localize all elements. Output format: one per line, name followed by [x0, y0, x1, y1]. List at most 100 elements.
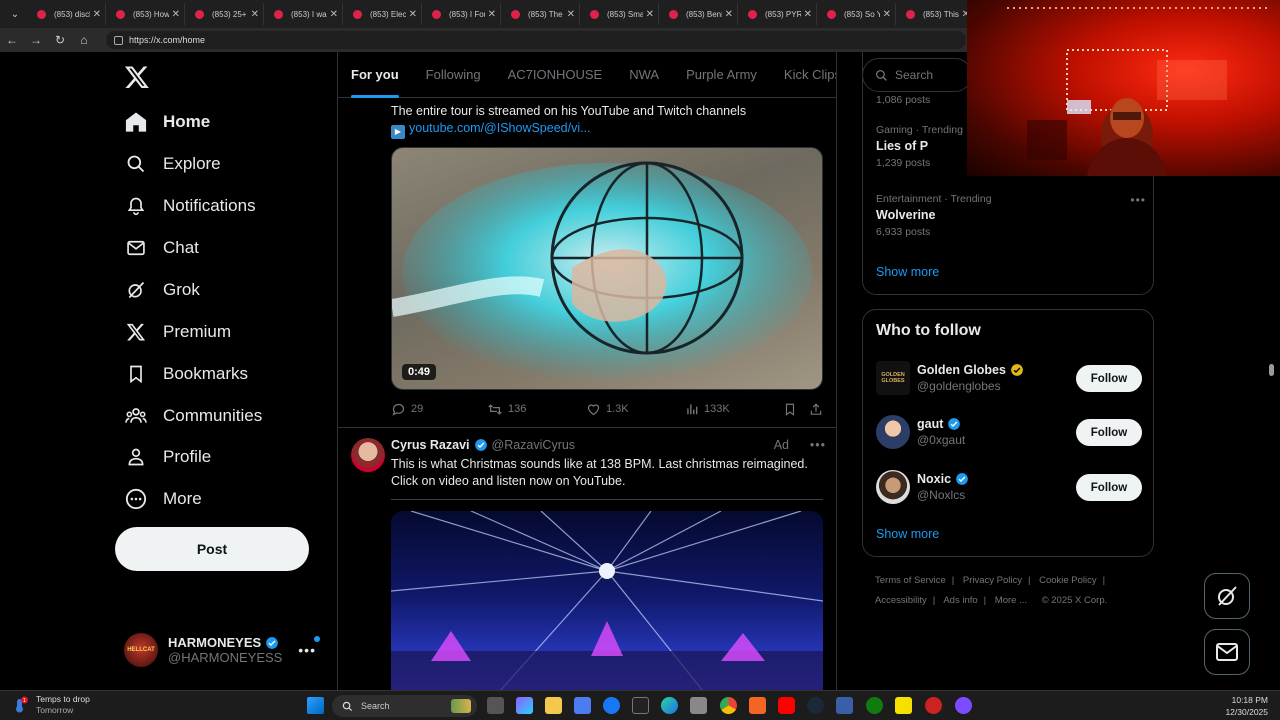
sidebar-item-notifications[interactable]: Notifications	[124, 186, 256, 226]
weather-widget[interactable]: 1 Temps to drop Tomorrow	[12, 694, 90, 716]
account-switcher[interactable]: HELLCAT HARMONEYES @HARMONEYESS •••	[124, 628, 324, 672]
app-icon[interactable]	[836, 697, 853, 714]
taskbar-search[interactable]: Search	[332, 695, 477, 717]
browser-tab[interactable]: (853) I Foun✕	[422, 3, 501, 25]
sidebar-item-grok[interactable]: Grok	[124, 270, 200, 310]
post-button[interactable]: Post	[115, 527, 309, 571]
sidebar-item-explore[interactable]: Explore	[124, 144, 221, 184]
edge-icon[interactable]	[661, 697, 678, 714]
sidebar-item-more[interactable]: More	[124, 479, 202, 519]
app-icon-red[interactable]	[925, 697, 942, 714]
vlc-icon[interactable]	[749, 697, 766, 714]
page-scrollbar[interactable]	[1268, 176, 1276, 690]
author-handle[interactable]: @RazaviCyrus	[492, 438, 576, 452]
browser-tab[interactable]: (853) This R✕	[896, 3, 975, 25]
close-icon[interactable]: ✕	[409, 9, 417, 20]
like-button[interactable]: 1.3K	[586, 402, 629, 417]
amazon-icon[interactable]	[632, 697, 649, 714]
tab-purple-army[interactable]: Purple Army	[686, 52, 757, 98]
sidebar-item-chat[interactable]: Chat	[124, 228, 199, 268]
close-icon[interactable]: ✕	[567, 9, 575, 20]
show-more-link[interactable]: Show more	[876, 265, 939, 279]
tweet-video[interactable]: 0:49	[391, 147, 823, 390]
views-button[interactable]: 133K	[685, 402, 730, 416]
more-dots-icon[interactable]: •••	[298, 642, 316, 658]
messages-float-button[interactable]	[1204, 629, 1250, 675]
close-icon[interactable]: ✕	[93, 9, 101, 20]
close-icon[interactable]: ✕	[883, 9, 891, 20]
youtube-icon[interactable]	[778, 697, 795, 714]
author-display-name[interactable]: Cyrus Razavi	[391, 438, 470, 452]
share-button[interactable]	[809, 402, 828, 417]
tab-nwa[interactable]: NWA	[629, 52, 659, 98]
copilot-icon[interactable]	[516, 697, 533, 714]
store-icon[interactable]	[574, 697, 591, 714]
follow-button[interactable]: Follow	[1076, 365, 1142, 392]
search-input[interactable]: Search	[862, 58, 972, 92]
tab-kick-clips[interactable]: Kick Clips	[784, 52, 836, 98]
back-button[interactable]: ←	[0, 33, 24, 47]
sidebar-item-bookmarks[interactable]: Bookmarks	[124, 354, 248, 394]
site-info-icon[interactable]	[114, 35, 123, 45]
footer-link[interactable]: Privacy Policy	[963, 575, 1022, 586]
more-dots-icon[interactable]: •••	[1130, 193, 1146, 207]
app-icon-purple[interactable]	[955, 697, 972, 714]
sidebar-item-premium[interactable]: Premium	[124, 312, 231, 352]
footer-link[interactable]: Accessibility	[875, 595, 927, 606]
bookmark-button[interactable]	[783, 402, 802, 417]
browser-tab[interactable]: (853) The S✕	[501, 3, 580, 25]
close-icon[interactable]: ✕	[330, 9, 338, 20]
close-icon[interactable]: ✕	[804, 9, 812, 20]
follow-suggestion[interactable]: gaut @0xgaut Follow	[876, 412, 1142, 452]
tweet-link[interactable]: youtube.com/@IShowSpeed/vi...	[409, 121, 591, 135]
forward-button[interactable]: →	[24, 33, 48, 47]
browser-tab[interactable]: (853) Benn✕	[659, 3, 738, 25]
browser-tab[interactable]: (853) How ✕	[106, 3, 185, 25]
footer-link[interactable]: Cookie Policy	[1039, 575, 1097, 586]
browser-tab[interactable]: (853) I was✕	[264, 3, 343, 25]
sidebar-item-home[interactable]: Home	[124, 102, 210, 142]
footer-link[interactable]: Ads info	[943, 595, 977, 606]
follow-suggestion[interactable]: GOLDEN GLOBES Golden Globes @goldenglobe…	[876, 358, 1142, 398]
footer-link[interactable]: More ...	[995, 595, 1027, 606]
close-icon[interactable]: ✕	[172, 9, 180, 20]
url-field[interactable]: https://x.com/home	[106, 31, 966, 49]
tab-for-you[interactable]: For you	[351, 52, 399, 98]
grok-float-button[interactable]	[1204, 573, 1250, 619]
home-button[interactable]: ⌂	[72, 33, 96, 47]
scrollbar-thumb[interactable]	[1269, 364, 1274, 376]
more-dots-icon[interactable]: •••	[810, 438, 826, 452]
sidebar-item-profile[interactable]: Profile	[124, 437, 211, 477]
xbox-icon[interactable]	[866, 697, 883, 714]
file-explorer-icon[interactable]	[545, 697, 562, 714]
start-button-icon[interactable]	[307, 697, 324, 714]
sidebar-item-communities[interactable]: Communities	[124, 396, 262, 436]
browser-tab[interactable]: (853) Electr✕	[343, 3, 422, 25]
sticky-notes-icon[interactable]	[895, 697, 912, 714]
browser-tab[interactable]: (853) Small✕	[580, 3, 659, 25]
browser-tab[interactable]: (853) PYRE✕	[738, 3, 817, 25]
reply-button[interactable]: 29	[391, 402, 423, 417]
trend-item[interactable]: Entertainment · Trending Wolverine 6,933…	[876, 193, 1146, 238]
chrome-icon[interactable]	[720, 697, 737, 714]
tweet-video[interactable]	[391, 511, 823, 690]
close-icon[interactable]: ✕	[646, 9, 654, 20]
browser-tab[interactable]: (853) So Yo✕	[817, 3, 896, 25]
follow-button[interactable]: Follow	[1076, 474, 1142, 501]
close-icon[interactable]: ✕	[488, 9, 496, 20]
browser-tab[interactable]: (853) 25+ F✕	[185, 3, 264, 25]
browser-tab[interactable]: (853) disclo✕	[27, 3, 106, 25]
system-clock[interactable]: 10:18 PM 12/30/2025	[1225, 694, 1268, 718]
reload-button[interactable]: ↻	[48, 33, 72, 47]
x-logo-icon[interactable]	[124, 64, 150, 90]
avatar[interactable]	[351, 438, 385, 472]
show-more-link[interactable]: Show more	[876, 527, 939, 541]
tab-following[interactable]: Following	[426, 52, 481, 98]
calculator-icon[interactable]	[690, 697, 707, 714]
close-icon[interactable]: ✕	[251, 9, 259, 20]
follow-suggestion[interactable]: Noxic @Noxlcs Follow	[876, 467, 1142, 507]
footer-link[interactable]: Terms of Service	[875, 575, 946, 586]
facebook-icon[interactable]	[603, 697, 620, 714]
repost-button[interactable]: 136	[487, 402, 526, 417]
tab-list-menu-button[interactable]: ⌄	[3, 4, 27, 24]
